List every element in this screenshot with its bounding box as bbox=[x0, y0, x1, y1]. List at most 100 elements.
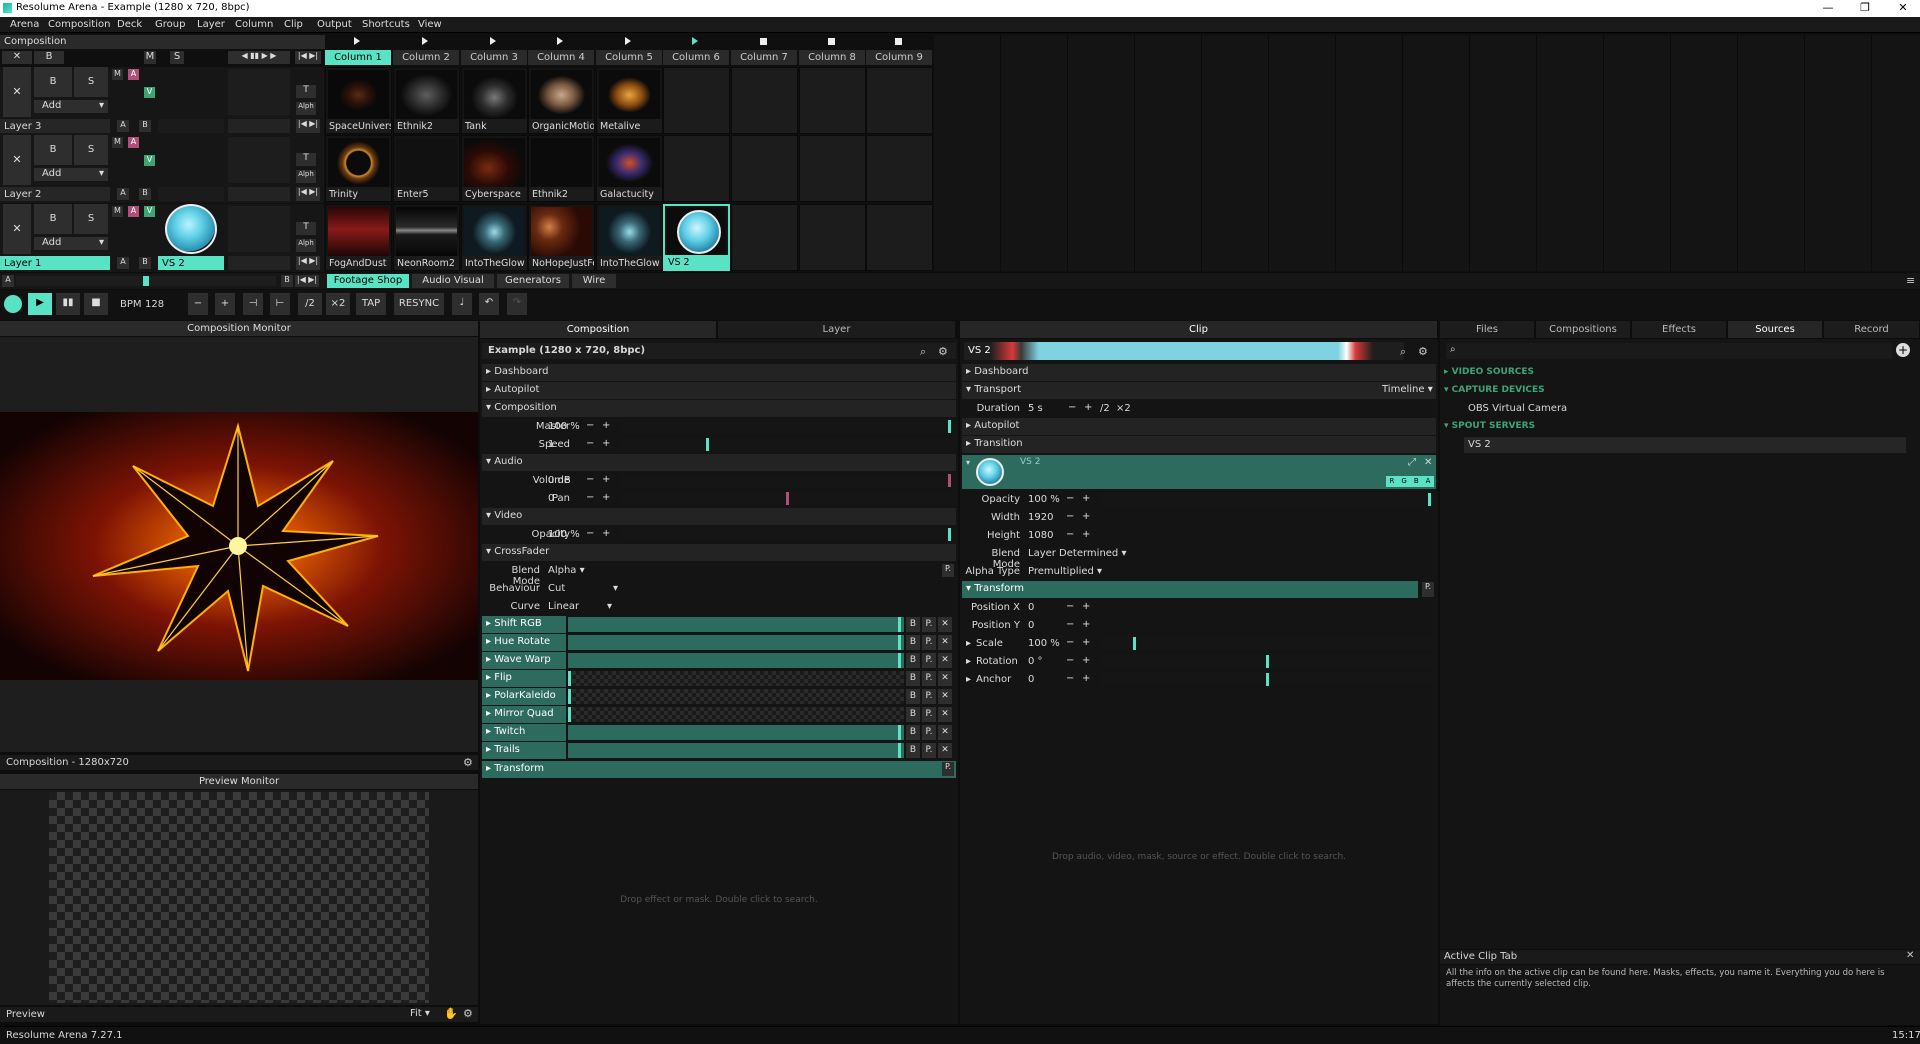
param-value[interactable]: 5 s bbox=[1028, 403, 1043, 414]
deck-tab-generators[interactable]: Generators bbox=[497, 274, 569, 288]
effect-remove-button[interactable]: ✕ bbox=[938, 671, 952, 686]
deck-tab-footage-shop[interactable]: Footage Shop bbox=[327, 274, 409, 288]
section-transform[interactable]: ▸ Transform bbox=[482, 761, 956, 778]
blend-mode-dropdown[interactable]: Alpha ▾ bbox=[548, 565, 585, 576]
section-audio[interactable]: ▾ Audio bbox=[482, 454, 956, 471]
layer-1-clear-button[interactable]: ✕ bbox=[3, 204, 31, 254]
behaviour-dropdown[interactable]: Cut ▾ bbox=[548, 583, 618, 594]
layer-2-skip-buttons[interactable]: |◀ ▶| bbox=[296, 187, 320, 201]
layer-1-a-button[interactable]: A bbox=[117, 257, 129, 269]
effect-remove-button[interactable]: ✕ bbox=[938, 707, 952, 722]
timeline-dropdown[interactable]: Timeline ▾ bbox=[1382, 384, 1433, 395]
layer-2-video-button[interactable]: V bbox=[144, 155, 155, 166]
plus-button[interactable]: + bbox=[602, 492, 610, 503]
effect-opacity-slider[interactable] bbox=[568, 653, 904, 668]
duration-double-button[interactable]: ×2 bbox=[1116, 403, 1131, 414]
layer-2-transition-button[interactable]: T bbox=[296, 153, 316, 166]
comp-transport-buttons[interactable]: ◀ ▮▮ ▶ ▶ bbox=[228, 51, 290, 64]
menu-composition[interactable]: Composition bbox=[48, 19, 110, 30]
plus-button[interactable]: + bbox=[602, 528, 610, 539]
clip-opacity-slider[interactable] bbox=[1100, 493, 1434, 506]
layer-3-bypass-button[interactable]: B bbox=[34, 67, 72, 97]
column-4-header[interactable]: Column 4 bbox=[528, 50, 594, 65]
deck-tab-audio-visual[interactable]: Audio Visual bbox=[412, 274, 494, 288]
param-value[interactable]: 100 % bbox=[1028, 494, 1060, 505]
layer-3-transition-button[interactable]: T bbox=[296, 85, 316, 98]
minus-button[interactable]: − bbox=[1068, 402, 1076, 413]
effect-header[interactable]: ▸ Hue Rotate bbox=[482, 634, 566, 651]
layer-1-add-dropdown[interactable]: Add ▾ bbox=[34, 237, 108, 250]
effect-p-button[interactable]: P. bbox=[922, 725, 936, 740]
param-value[interactable]: 1080 bbox=[1028, 530, 1053, 541]
gear-icon[interactable]: ⚙ bbox=[938, 345, 948, 358]
bpm-plus-button[interactable]: + bbox=[215, 293, 235, 315]
effect-bypass-button[interactable]: B bbox=[906, 725, 920, 740]
layer-1-skip-buttons[interactable]: |◀ ▶| bbox=[296, 256, 320, 270]
minus-button[interactable]: − bbox=[586, 492, 594, 503]
deck-skip-buttons[interactable]: |◀ ▶| bbox=[295, 275, 319, 287]
column-1-header[interactable]: Column 1 bbox=[325, 50, 391, 65]
layer-3-b-button[interactable]: B bbox=[139, 120, 151, 132]
section-autopilot[interactable]: ▸ Autopilot bbox=[482, 382, 956, 399]
pause-button[interactable]: ▮▮ bbox=[56, 293, 80, 315]
crossfader-slider[interactable] bbox=[16, 276, 276, 286]
minus-button[interactable]: − bbox=[586, 420, 594, 431]
param-value[interactable]: 0 bbox=[1028, 602, 1034, 613]
clip-slot[interactable]: FogAndDust bbox=[325, 204, 392, 271]
add-icon[interactable]: + bbox=[1896, 343, 1910, 357]
comp-clear-button[interactable]: ✕ bbox=[2, 51, 32, 64]
section-video[interactable]: ▾ Video bbox=[482, 508, 956, 525]
clip-name-bar[interactable]: VS 2 bbox=[964, 342, 1404, 360]
layer-2-bypass-button[interactable]: B bbox=[34, 135, 72, 165]
effect-opacity-slider[interactable] bbox=[568, 689, 904, 704]
effect-opacity-slider[interactable] bbox=[568, 617, 904, 632]
effect-opacity-knob[interactable] bbox=[897, 743, 901, 758]
menu-layer[interactable]: Layer bbox=[197, 19, 225, 30]
param-value[interactable]: 0 ° bbox=[1028, 656, 1043, 667]
section-crossfader[interactable]: ▾ CrossFader bbox=[482, 544, 956, 561]
menu-output[interactable]: Output bbox=[317, 19, 352, 30]
effect-opacity-knob[interactable] bbox=[568, 689, 571, 704]
redo-icon[interactable]: ↷ bbox=[507, 293, 527, 315]
crossfader-handle[interactable] bbox=[143, 276, 149, 286]
param-value[interactable]: 100 % bbox=[1028, 638, 1060, 649]
scale-slider[interactable] bbox=[1100, 637, 1434, 650]
master-knob[interactable] bbox=[947, 420, 951, 433]
layer-3-audio-button[interactable]: A bbox=[128, 69, 139, 80]
minus-button[interactable]: − bbox=[1066, 655, 1074, 666]
resync-button[interactable]: RESYNC bbox=[394, 293, 444, 315]
search-icon[interactable]: ⌕ bbox=[1400, 345, 1406, 359]
effect-row[interactable]: ▸ Mirror Quad B P. ✕ bbox=[482, 706, 956, 723]
effect-opacity-slider[interactable] bbox=[568, 707, 904, 722]
layer-1-active-clip-thumbnail[interactable] bbox=[165, 204, 217, 254]
effect-p-button[interactable]: P. bbox=[922, 671, 936, 686]
preview-checkerboard[interactable] bbox=[49, 792, 429, 1003]
deck-tab-wire[interactable]: Wire bbox=[572, 274, 616, 288]
plus-button[interactable]: + bbox=[1082, 637, 1090, 648]
param-value[interactable]: 100 % bbox=[548, 529, 580, 540]
help-close-icon[interactable]: ✕ bbox=[1906, 950, 1914, 961]
effect-row[interactable]: ▸ Wave Warp B P. ✕ bbox=[482, 652, 956, 669]
r-channel[interactable]: R bbox=[1390, 477, 1395, 487]
minus-button[interactable]: − bbox=[1066, 673, 1074, 684]
layer-1-video-button[interactable]: V bbox=[144, 206, 155, 217]
empty-clip-slot[interactable] bbox=[799, 67, 866, 134]
effect-p-button[interactable]: P. bbox=[922, 743, 936, 758]
browser-tab-sources[interactable]: Sources bbox=[1728, 321, 1823, 338]
effect-bypass-button[interactable]: B bbox=[906, 689, 920, 704]
browser-tab-compositions[interactable]: Compositions bbox=[1536, 321, 1631, 338]
effect-p-button[interactable]: P. bbox=[922, 617, 936, 632]
plus-button[interactable]: + bbox=[602, 438, 610, 449]
effect-opacity-knob[interactable] bbox=[897, 617, 901, 632]
column-4-play-icon[interactable] bbox=[557, 37, 563, 45]
effect-opacity-knob[interactable] bbox=[568, 671, 571, 686]
effect-header[interactable]: ▸ Wave Warp bbox=[482, 652, 566, 669]
effect-remove-button[interactable]: ✕ bbox=[938, 653, 952, 668]
nudge-forward-button[interactable]: ⊢ bbox=[270, 293, 290, 315]
param-value[interactable]: 0 bbox=[1028, 620, 1034, 631]
minus-button[interactable]: − bbox=[1066, 601, 1074, 612]
gear-icon[interactable]: ⚙ bbox=[1418, 345, 1428, 358]
effect-bypass-button[interactable]: B bbox=[906, 635, 920, 650]
plus-button[interactable]: + bbox=[1082, 655, 1090, 666]
empty-clip-slot[interactable] bbox=[799, 135, 866, 202]
